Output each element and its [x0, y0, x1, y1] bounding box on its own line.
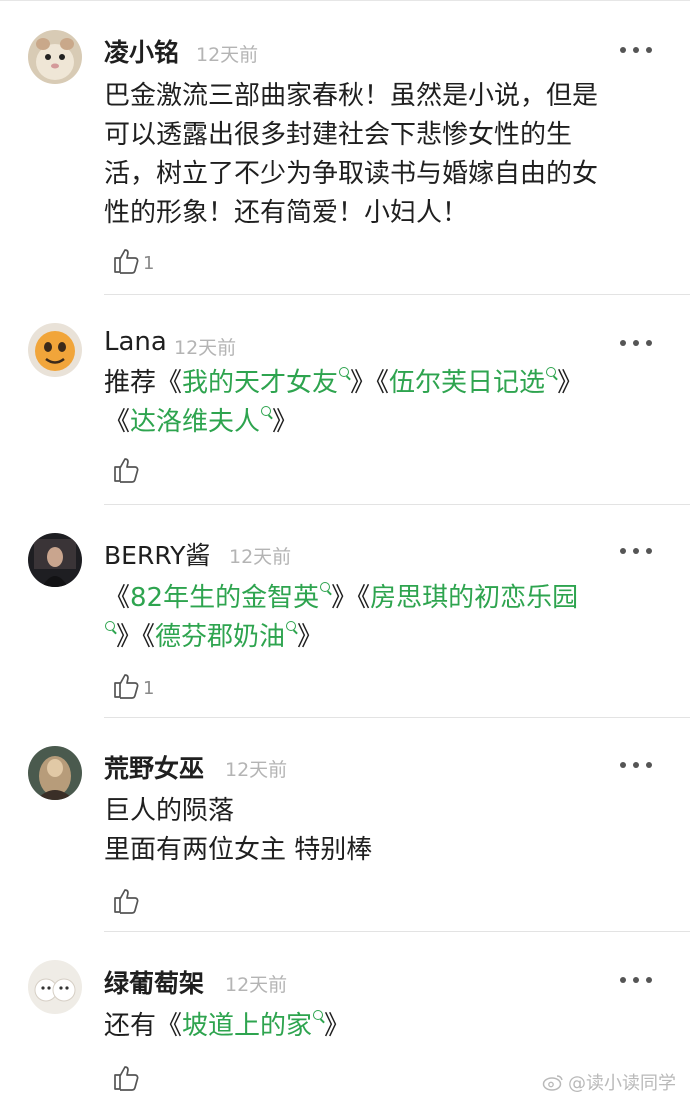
book-link[interactable]: 房思琪的初恋乐园 — [370, 583, 578, 613]
search-link-icon — [286, 621, 297, 631]
watermark: @读小读同学 — [542, 1069, 676, 1095]
like-count: 1 — [143, 678, 155, 699]
thumbs-up-icon — [114, 674, 139, 699]
like-button[interactable]: 1 — [112, 244, 154, 274]
comment-text-segment: 活，树立了不少为争取读书与婚嫁自由的女 — [104, 159, 599, 189]
comment-time: 12天前 — [225, 759, 288, 781]
book-title: 坡道上的家 — [182, 1011, 313, 1041]
comment-text-segment: 》 — [272, 407, 299, 437]
comment-text: 巴金激流三部曲家春秋！虽然是小说，但是 可以透露出很多封建社会下悲惨女性的生 活，树… — [104, 77, 664, 233]
comment-text-segment: 性的形象！还有简爱！小妇人！ — [104, 198, 469, 228]
comment-text-segment: 》 — [297, 622, 324, 652]
comment-text-segment: 》 — [324, 1011, 351, 1041]
weibo-logo-icon — [542, 1075, 563, 1091]
comment-author[interactable]: 凌小铭 — [104, 33, 179, 69]
comment-text-segment: 》 — [557, 368, 584, 398]
comment-text-segment: 《 — [104, 407, 131, 437]
comment-author[interactable]: 绿葡萄架 — [104, 964, 204, 1000]
comment-text-segment: 》《 — [331, 583, 371, 613]
comment-time: 12天前 — [225, 974, 288, 996]
search-link-icon — [105, 621, 115, 631]
comment-text-segment: 巴金激流三部曲家春秋！虽然是小说，但是 — [104, 81, 599, 111]
comment-item: Lana 12天前 推荐《我的天才女友 》《伍尔芙日记选》《达洛维夫人》 — [0, 295, 690, 505]
more-options-icon[interactable] — [620, 975, 652, 985]
like-button[interactable]: 1 — [112, 669, 154, 699]
book-link[interactable]: 我的天才女友 — [182, 367, 350, 398]
more-options-icon[interactable] — [620, 760, 652, 770]
search-link-icon — [546, 367, 557, 377]
comment-line: 》《德芬郡奶油》 — [104, 618, 664, 657]
comment-line: 还有《坡道上的家》 — [104, 1007, 664, 1046]
comment-author[interactable]: 荒野女巫 — [104, 749, 204, 785]
comment-text-segment: 推荐《 — [104, 368, 183, 398]
comment-line: 里面有两位女主 特别棒 — [104, 831, 664, 870]
comment-time: 12天前 — [196, 44, 259, 66]
avatar[interactable] — [28, 323, 82, 377]
comment-item: BERRY酱 12天前 《82年生的金智英 》《房思琪的初恋乐园 》《德芬郡奶油》 … — [0, 505, 690, 718]
comment-text-segment: 还有《 — [104, 1011, 183, 1041]
comment-author[interactable]: BERRY酱 — [104, 536, 210, 572]
comment-line: 巴金激流三部曲家春秋！虽然是小说，但是 — [104, 77, 664, 116]
comment-text: 推荐《我的天才女友 》《伍尔芙日记选》《达洛维夫人》 — [104, 364, 664, 442]
book-title: 房思琪的初恋乐园 — [370, 583, 579, 613]
comment-author[interactable]: Lana — [104, 327, 167, 357]
comment-time: 12天前 — [174, 337, 237, 359]
like-button[interactable] — [112, 884, 143, 914]
like-count: 1 — [143, 253, 155, 274]
book-title: 伍尔芙日记选 — [389, 368, 546, 398]
comment-time: 12天前 — [229, 546, 292, 568]
comment-line: 可以透露出很多封建社会下悲惨女性的生 — [104, 116, 664, 155]
book-link[interactable]: 德芬郡奶油 — [155, 621, 297, 652]
comment-line: 《82年生的金智英 》《房思琪的初恋乐园 — [104, 579, 664, 618]
avatar[interactable] — [28, 533, 82, 587]
comment-text-segment: 巨人的陨落 — [104, 796, 235, 826]
search-link-icon — [313, 1010, 324, 1020]
avatar[interactable] — [28, 960, 82, 1014]
comment-text: 《82年生的金智英 》《房思琪的初恋乐园 》《德芬郡奶油》 — [104, 579, 664, 657]
search-link-icon — [261, 406, 272, 416]
comment-text: 巨人的陨落里面有两位女主 特别棒 — [104, 792, 664, 870]
comment-line: 巨人的陨落 — [104, 792, 664, 831]
thumbs-up-icon — [114, 249, 139, 274]
comment-text-segment: 》《 — [350, 368, 390, 398]
comment-line: 活，树立了不少为争取读书与婚嫁自由的女 — [104, 155, 664, 194]
book-link[interactable]: 达洛维夫人 — [130, 406, 272, 437]
thumbs-up-icon — [114, 1066, 139, 1091]
more-options-icon[interactable] — [620, 546, 652, 556]
avatar[interactable] — [28, 30, 82, 84]
comment-text-segment: 可以透露出很多封建社会下悲惨女性的生 — [104, 120, 573, 150]
book-title: 德芬郡奶油 — [155, 622, 286, 652]
comment-text-segment: 》《 — [116, 622, 156, 652]
book-title: 82年生的金智英 — [130, 583, 320, 613]
book-title: 达洛维夫人 — [130, 407, 261, 437]
book-link[interactable]: 伍尔芙日记选 — [389, 367, 557, 398]
comment-line: 推荐《我的天才女友 》《伍尔芙日记选》 — [104, 364, 664, 403]
book-link[interactable]: 82年生的金智英 — [130, 582, 331, 613]
book-link[interactable] — [104, 621, 116, 652]
watermark-text: @读小读同学 — [568, 1073, 676, 1094]
search-link-icon — [339, 367, 350, 377]
book-title: 我的天才女友 — [182, 368, 339, 398]
comment-line: 《达洛维夫人》 — [104, 403, 664, 442]
more-options-icon[interactable] — [620, 45, 652, 55]
like-button[interactable] — [112, 453, 143, 483]
book-link[interactable]: 坡道上的家 — [182, 1010, 324, 1041]
avatar[interactable] — [28, 746, 82, 800]
thumbs-up-icon — [114, 889, 139, 914]
search-link-icon — [320, 582, 331, 592]
comment-item: 凌小铭 12天前 巴金激流三部曲家春秋！虽然是小说，但是 可以透露出很多封建社会下… — [0, 0, 690, 295]
more-options-icon[interactable] — [620, 338, 652, 348]
comment-line: 性的形象！还有简爱！小妇人！ — [104, 194, 664, 233]
comment-text: 还有《坡道上的家》 — [104, 1007, 664, 1046]
comment-item: 荒野女巫 12天前 巨人的陨落里面有两位女主 特别棒 — [0, 718, 690, 932]
thumbs-up-icon — [114, 458, 139, 483]
comment-text-segment: 《 — [104, 583, 131, 613]
comment-text-segment: 里面有两位女主 特别棒 — [104, 835, 373, 865]
like-button[interactable] — [112, 1061, 143, 1091]
